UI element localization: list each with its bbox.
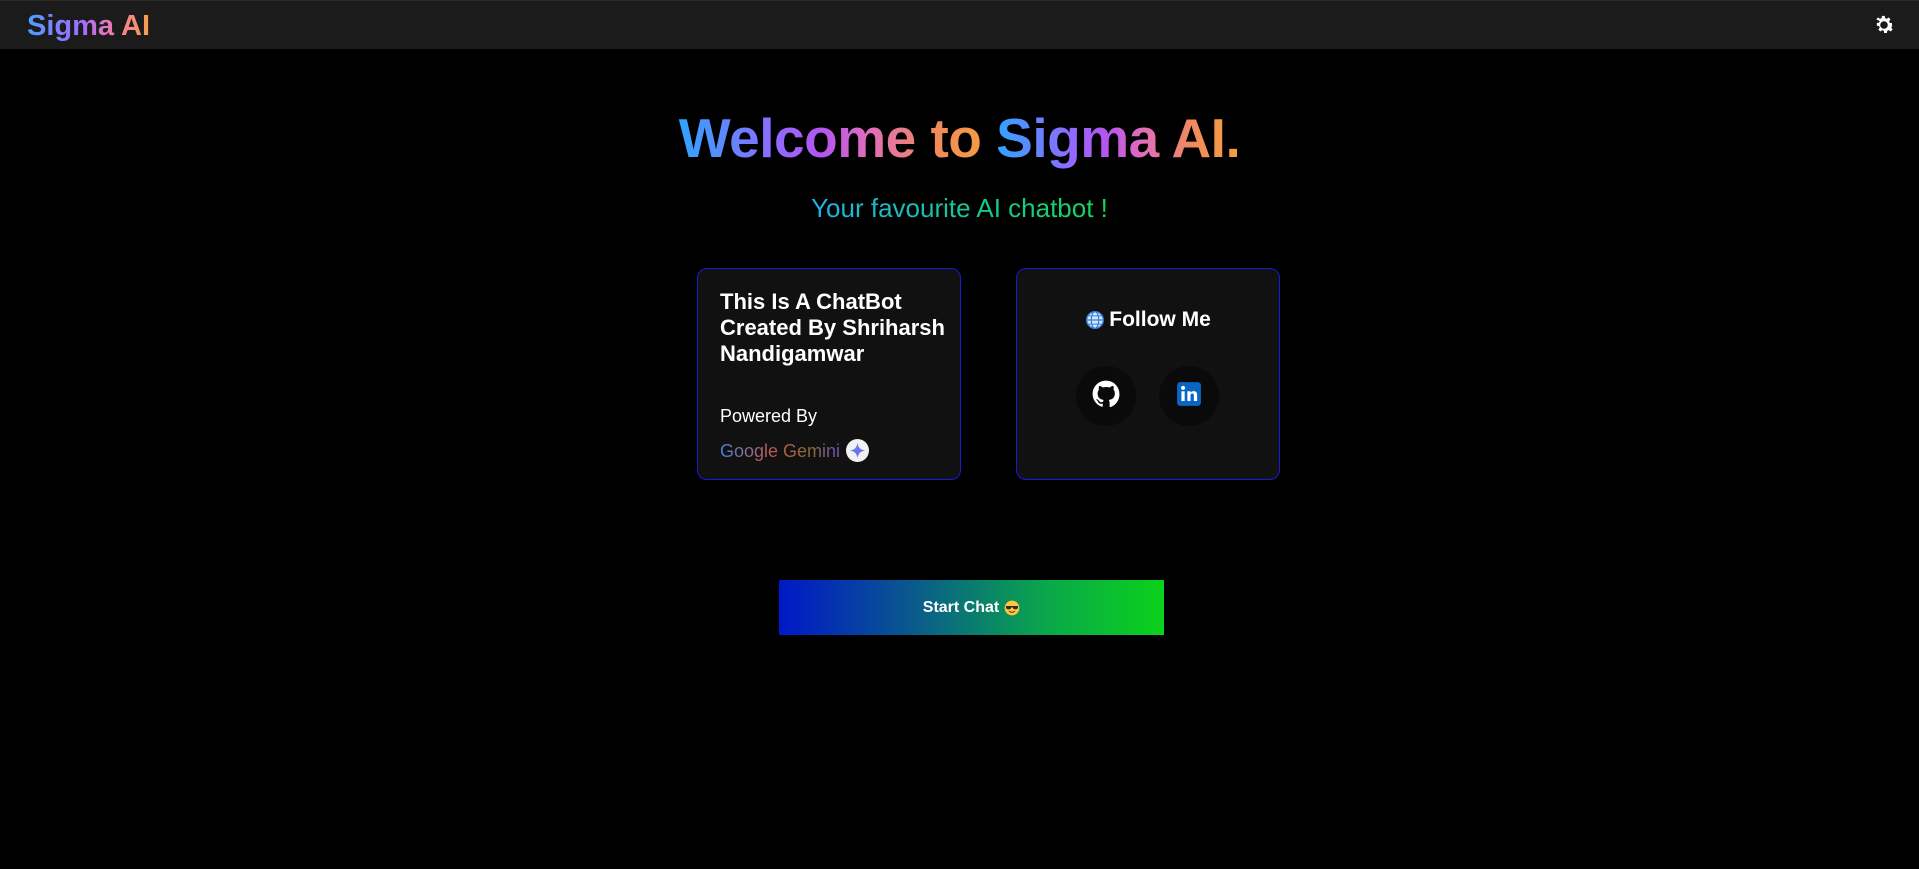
title-prefix: Welcome to bbox=[678, 107, 997, 169]
linkedin-link-button[interactable] bbox=[1159, 366, 1219, 426]
page-title: Welcome to Sigma AI. bbox=[0, 103, 1919, 173]
powered-by-row: Google Gemini bbox=[720, 439, 870, 462]
globe-icon bbox=[1085, 310, 1105, 330]
powered-by-name[interactable]: Google Gemini bbox=[720, 440, 840, 462]
follow-card-title: Follow Me bbox=[1017, 307, 1279, 333]
follow-card-title-text: Follow Me bbox=[1109, 308, 1211, 331]
gemini-logo-icon bbox=[846, 439, 870, 462]
about-card: This Is A ChatBot Created By Shriharsh N… bbox=[697, 268, 961, 480]
brand-logo[interactable]: Sigma AI bbox=[27, 10, 150, 42]
page-subtitle: Your favourite AI chatbot ! bbox=[0, 191, 1919, 225]
start-chat-button[interactable]: Start Chat bbox=[779, 580, 1164, 635]
start-chat-label: Start Chat bbox=[922, 598, 1000, 616]
follow-card: Follow Me bbox=[1016, 268, 1280, 480]
github-link-button[interactable] bbox=[1076, 366, 1136, 426]
linkedin-icon bbox=[1176, 381, 1202, 412]
sunglasses-emoji-icon bbox=[1004, 600, 1020, 616]
github-icon bbox=[1092, 380, 1120, 413]
powered-by-label: Powered By bbox=[720, 406, 818, 426]
navbar: Sigma AI bbox=[0, 0, 1919, 49]
subtitle-text: Your favourite AI chatbot ! bbox=[811, 193, 1108, 223]
about-card-title: This Is A ChatBot Created By Shriharsh N… bbox=[720, 289, 945, 366]
gear-icon[interactable] bbox=[1871, 12, 1897, 38]
title-brand: Sigma AI. bbox=[996, 107, 1241, 169]
